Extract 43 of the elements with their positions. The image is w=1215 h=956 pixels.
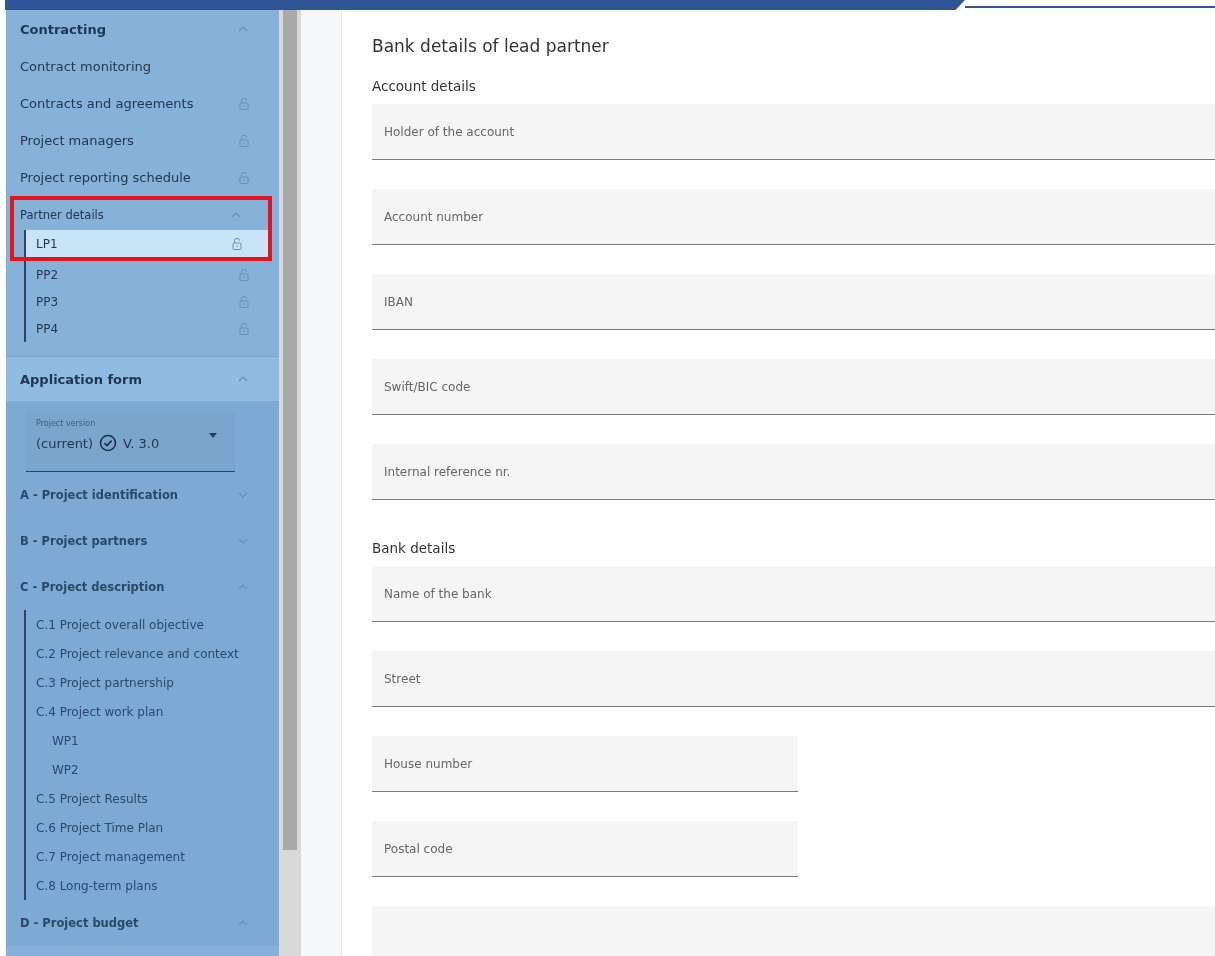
nav-item[interactable]: C.1 Project overall objective [26, 610, 279, 639]
nav-item[interactable]: A - Project identification [6, 472, 279, 518]
nav-item[interactable]: B - Project partners [6, 518, 279, 564]
nav-item[interactable]: Contract monitoring [6, 48, 279, 85]
nav-item[interactable]: WP1 [26, 726, 279, 755]
page-title: Bank details of lead partner [372, 35, 610, 56]
section-header[interactable]: Contracting [6, 10, 279, 48]
nav-item[interactable]: PP3 [26, 288, 279, 315]
section-heading: Bank details [372, 540, 457, 556]
nav-item[interactable]: LP1 [26, 230, 268, 257]
input-field[interactable]: Swift/BIC code [372, 359, 1215, 415]
input-field[interactable]: House number [372, 736, 798, 792]
input-field[interactable]: IBAN [372, 274, 1215, 330]
nav-item[interactable]: C.7 Project management [26, 842, 279, 871]
nav-item[interactable]: C.6 Project Time Plan [26, 813, 279, 842]
nav-item[interactable]: C.2 Project relevance and context [26, 639, 279, 668]
nav-item[interactable]: PP2 [26, 261, 279, 288]
input-field[interactable]: Postal code [372, 821, 798, 877]
nav-item[interactable]: Project managers [6, 122, 279, 159]
input-field[interactable]: Holder of the account [372, 104, 1215, 160]
section-header[interactable]: Application form [6, 356, 279, 401]
nav-item[interactable]: C.4 Project work plan [26, 697, 279, 726]
input-field[interactable]: Street [372, 651, 1215, 707]
dropdown-value: V. 3.0 [123, 435, 160, 451]
nav-item[interactable]: Partner details [14, 200, 268, 230]
nav-item[interactable]: C.8 Long-term plans [26, 871, 279, 900]
nav-item[interactable]: C.5 Project Results [26, 784, 279, 813]
version-dropdown[interactable]: Project version (current) V. 3.0 [26, 411, 235, 472]
nav-item[interactable]: WP2 [26, 755, 279, 784]
dropdown-caret-icon [209, 433, 217, 438]
nav-item[interactable]: C.3 Project partnership [26, 668, 279, 697]
nav-item[interactable]: C - Project description [6, 564, 279, 610]
input-field[interactable]: Account number [372, 189, 1215, 245]
section-heading: Account details [372, 78, 477, 94]
scrollbar-thumb[interactable] [283, 10, 297, 850]
nav-item[interactable]: D - Project budget [6, 900, 279, 946]
input-field[interactable]: Internal reference nr. [372, 444, 1215, 500]
nav-item[interactable]: Contracts and agreements [6, 85, 279, 122]
input-field[interactable]: Name of the bank [372, 566, 1215, 622]
dropdown-label: Project version [36, 419, 97, 428]
dropdown-value: (current) [36, 435, 94, 451]
nav-item[interactable]: PP4 [26, 315, 279, 342]
nav-item[interactable]: Project reporting schedule [6, 159, 279, 196]
